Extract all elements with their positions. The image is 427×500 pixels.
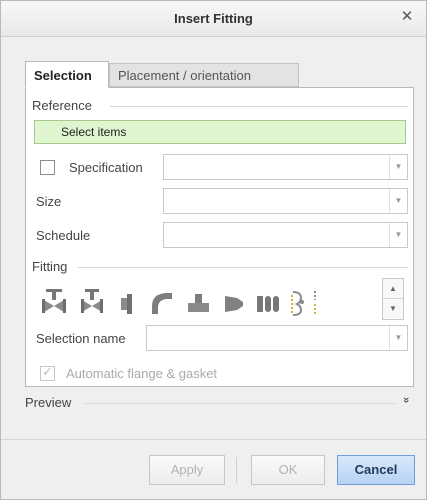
cancel-button[interactable]: Cancel: [337, 455, 415, 485]
ok-button[interactable]: OK: [251, 455, 325, 485]
fitting-divider: [78, 267, 408, 268]
automatic-flange-gasket-label: Automatic flange & gasket: [66, 366, 218, 381]
preview-divider: [85, 403, 395, 404]
specification-label: Specification: [69, 160, 143, 175]
chevron-down-icon: ▼: [389, 326, 407, 350]
partial-fitting-icon[interactable]: [309, 288, 323, 316]
specification-dropdown[interactable]: ▼: [163, 154, 408, 180]
title-bar: Insert Fitting ✕: [1, 1, 426, 37]
reference-group-label: Reference: [32, 98, 92, 113]
chevron-down-icon[interactable]: ▼: [383, 299, 403, 319]
button-separator: [236, 457, 237, 483]
select-items-collector[interactable]: Select items: [34, 120, 406, 144]
schedule-dropdown[interactable]: ▼: [163, 222, 408, 248]
chevron-down-icon: ▼: [389, 223, 407, 247]
size-label: Size: [36, 194, 62, 209]
schedule-label: Schedule: [36, 228, 91, 243]
globe-valve-icon[interactable]: [79, 288, 105, 316]
coupling-icon[interactable]: [255, 288, 281, 316]
preview-section-label[interactable]: Preview: [25, 395, 71, 410]
gate-valve-icon[interactable]: [41, 288, 67, 316]
tee-icon[interactable]: [185, 288, 211, 316]
close-icon[interactable]: ✕: [398, 8, 416, 26]
selection-panel: Reference Select items Specification ▼ S…: [25, 87, 414, 387]
elbow-icon[interactable]: [149, 288, 175, 316]
chevron-up-icon[interactable]: ▲: [383, 279, 403, 299]
tab-placement-orientation[interactable]: Placement / orientation: [109, 63, 299, 87]
fitting-group-label: Fitting: [32, 259, 68, 274]
dialog-title: Insert Fitting: [174, 11, 253, 26]
fitting-scroll-spinner[interactable]: ▲ ▼: [382, 278, 404, 320]
reference-divider: [110, 106, 408, 107]
apply-button[interactable]: Apply: [149, 455, 225, 485]
selection-name-dropdown[interactable]: ▼: [146, 325, 408, 351]
specification-checkbox[interactable]: [40, 160, 55, 175]
automatic-flange-gasket-checkbox[interactable]: ✓: [40, 364, 55, 381]
chevron-down-icon: ▼: [389, 155, 407, 179]
footer-divider: [1, 439, 426, 440]
double-chevron-down-icon[interactable]: »: [400, 397, 412, 403]
reducer-icon[interactable]: [221, 288, 247, 316]
size-dropdown[interactable]: ▼: [163, 188, 408, 214]
flange-icon[interactable]: [115, 288, 141, 316]
checkmark-icon: ✓: [42, 364, 53, 379]
selection-name-label: Selection name: [36, 331, 126, 346]
insert-fitting-dialog: Insert Fitting ✕ Selection Placement / o…: [0, 0, 427, 500]
tab-selection[interactable]: Selection: [25, 61, 109, 88]
chevron-down-icon: ▼: [389, 189, 407, 213]
